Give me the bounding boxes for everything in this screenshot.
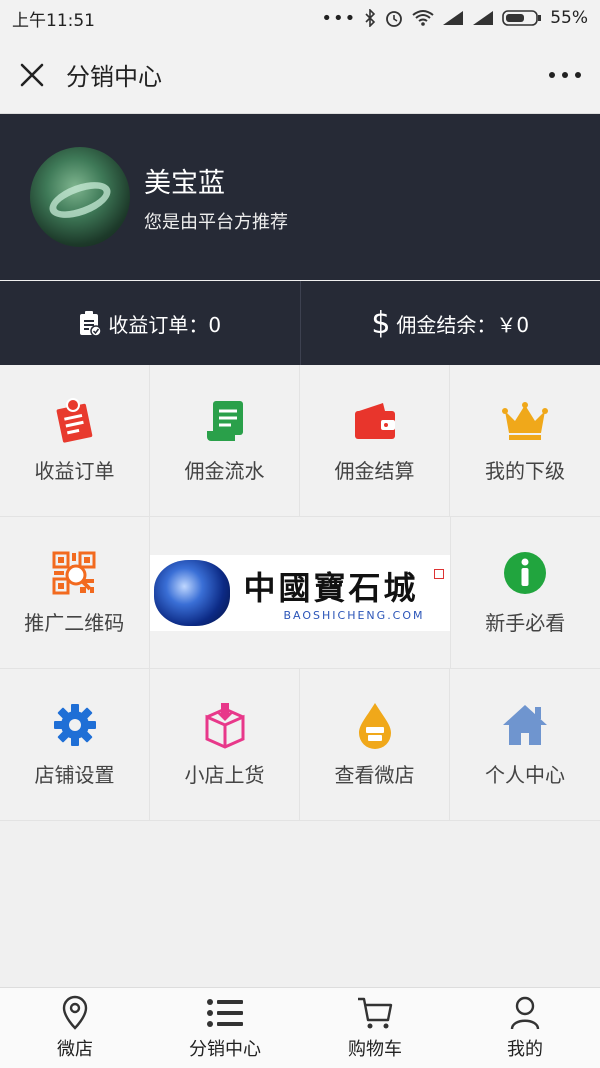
stat-orders-label: 收益订单：0 [108,309,221,338]
menu-item-personal-center[interactable]: 个人中心 [450,669,600,820]
profile-name: 美宝蓝 [144,161,288,200]
menu-item-subordinates[interactable]: 我的下级 [450,365,600,516]
info-icon [502,549,548,597]
menu-label: 个人中心 [485,759,565,788]
orders-icon [51,397,99,445]
dots-icon: ••• [321,8,356,29]
cart-icon [357,995,393,1031]
close-button[interactable] [18,61,46,89]
close-icon [18,61,46,89]
tab-distribution[interactable]: 分销中心 [150,988,300,1068]
tab-mine[interactable]: 我的 [450,988,600,1068]
signal-icon-2 [472,10,494,26]
alarm-icon [384,8,404,28]
status-bar: 上午11:51 ••• 55% [0,0,600,36]
menu-label: 收益订单 [35,455,115,484]
profile-subtitle: 您是由平台方推荐 [144,208,288,234]
gear-icon [52,701,98,749]
stat-orders[interactable]: 收益订单：0 [0,281,300,365]
scroll-icon [201,397,249,445]
tab-cart[interactable]: 购物车 [300,988,450,1068]
page-title: 分销中心 [66,57,548,92]
home-icon [501,701,549,749]
drop-icon [355,701,395,749]
stat-commission[interactable]: $ 佣金结余：￥0 [300,281,600,365]
menu-label: 推广二维码 [24,607,124,636]
more-icon [548,70,582,80]
menu-label: 佣金结算 [335,455,415,484]
tab-label: 我的 [507,1035,543,1061]
banner-title: 中國寶石城 [244,563,425,609]
menu-label: 查看微店 [335,759,415,788]
stat-commission-label: 佣金结余：￥0 [396,309,529,338]
banner-domain: BAOSHICHENG.COM [284,609,425,622]
tab-label: 分销中心 [189,1035,261,1061]
menu-item-orders[interactable]: 收益订单 [0,365,150,516]
battery-percent: 55% [550,8,588,28]
nav-bar: 分销中心 [0,36,600,114]
wallet-icon [351,397,399,445]
menu-item-qrcode[interactable]: 推广二维码 [0,517,150,668]
seal-icon [434,569,444,579]
menu-item-commission-flow[interactable]: 佣金流水 [150,365,300,516]
tab-shop[interactable]: 微店 [0,988,150,1068]
banner-ad[interactable]: 中國寶石城 BAOSHICHENG.COM [150,517,451,668]
status-icons: ••• 55% [321,8,588,29]
status-time: 上午11:51 [12,6,95,31]
profile-header: 美宝蓝 您是由平台方推荐 [0,114,600,280]
menu-item-stock-products[interactable]: 小店上货 [150,669,300,820]
menu-item-view-shop[interactable]: 查看微店 [300,669,450,820]
crown-icon [501,397,549,445]
avatar[interactable] [30,147,130,247]
menu-grid: 收益订单 佣金流水 佣金结算 我的下级 推广二维码 [0,365,600,821]
stats-row: 收益订单：0 $ 佣金结余：￥0 [0,281,600,365]
menu-label: 我的下级 [485,455,565,484]
banner-image: 中國寶石城 BAOSHICHENG.COM [150,555,450,631]
menu-label: 佣金流水 [185,455,265,484]
menu-item-shop-settings[interactable]: 店铺设置 [0,669,150,820]
signal-icon [442,10,464,26]
qrcode-icon [50,549,98,597]
more-button[interactable] [548,70,582,80]
tab-label: 微店 [57,1035,93,1061]
gem-image [154,560,230,626]
list-icon [207,995,243,1031]
tab-label: 购物车 [348,1035,402,1061]
dollar-icon: $ [371,306,390,341]
location-icon [61,995,89,1031]
bluetooth-icon [364,9,376,27]
battery-icon [502,9,542,27]
menu-item-newbie-guide[interactable]: 新手必看 [451,517,600,668]
menu-label: 新手必看 [485,607,565,636]
menu-label: 小店上货 [185,759,265,788]
menu-item-commission-settle[interactable]: 佣金结算 [300,365,450,516]
package-icon [201,701,249,749]
bottom-tab-bar: 微店 分销中心 购物车 我的 [0,987,600,1068]
user-icon [510,995,540,1031]
menu-label: 店铺设置 [35,759,115,788]
clipboard-icon [78,310,102,336]
wifi-icon [412,9,434,27]
